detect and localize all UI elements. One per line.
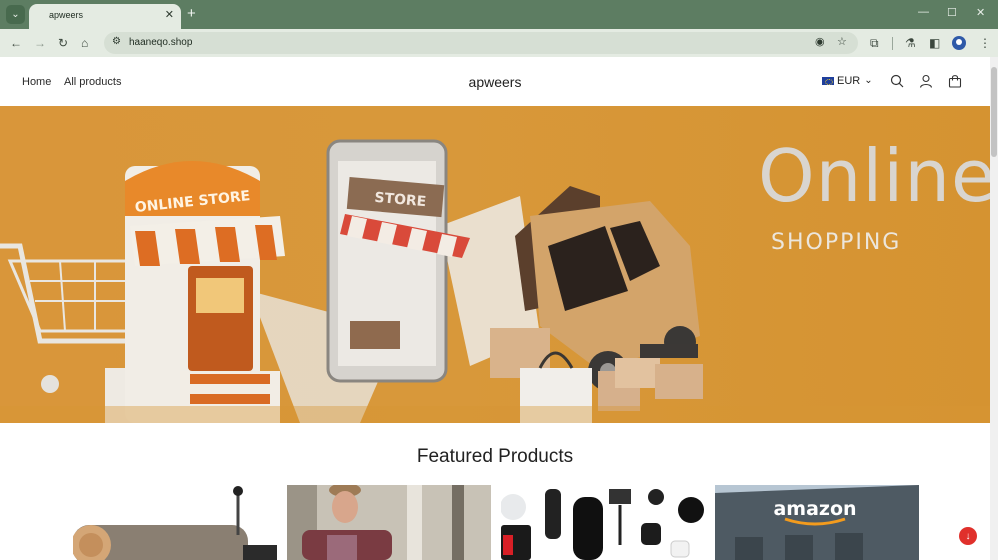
eye-off-icon[interactable]: ◉	[815, 35, 825, 48]
address-bar[interactable]: ⚙ haaneqo.shop ◉ ☆	[104, 32, 858, 54]
home-icon[interactable]: ⌂	[81, 35, 88, 51]
online-store-illustration: ONLINE STORE	[125, 161, 285, 423]
product-card-2[interactable]	[287, 485, 491, 560]
currency-label: EUR	[837, 75, 861, 87]
labs-icon[interactable]: ⚗	[905, 35, 916, 51]
search-icon[interactable]	[890, 74, 904, 88]
new-tab-button[interactable]: +	[187, 5, 196, 23]
product-image-log-splitter[interactable]	[73, 485, 277, 560]
browser-toolbar: ← → ↻ ⌂ ⚙ haaneqo.shop ◉ ☆ ⧉ ⚗ ◧ ⋮	[0, 29, 998, 57]
cart-icon[interactable]	[948, 74, 962, 88]
back-icon[interactable]: ←	[10, 35, 22, 51]
product-image-man-in-woods[interactable]	[287, 485, 491, 560]
url-text[interactable]: haaneqo.shop	[129, 37, 192, 48]
eu-flag-icon	[822, 77, 834, 85]
tab-close-icon[interactable]: ✕	[165, 8, 174, 21]
chat-widget-button[interactable]: ↓	[959, 527, 977, 545]
profile-avatar[interactable]	[952, 36, 966, 50]
browser-menu-icon[interactable]: ⋮	[979, 35, 991, 51]
amazon-sign-text: amazon	[773, 498, 856, 520]
product-image-warehouse[interactable]: amazon	[715, 485, 919, 560]
window-close-icon[interactable]: ✕	[976, 6, 985, 19]
product-image-electronics[interactable]	[501, 485, 705, 560]
product-card-4[interactable]: amazon	[715, 485, 919, 560]
product-card-1[interactable]	[73, 485, 277, 560]
browser-tab-bar: ⌄ apweers ✕ + — ☐ ✕	[0, 0, 998, 29]
chevron-down-icon: ⌄	[864, 75, 873, 86]
forward-icon[interactable]: →	[34, 35, 46, 51]
tab-search-icon[interactable]: ⌄	[6, 5, 25, 24]
tab-title: apweers	[49, 10, 84, 20]
scrollbar-thumb[interactable]	[991, 67, 997, 157]
web-page: Home All products apweers EUR ⌄ ONLINE S…	[0, 57, 998, 560]
minimize-icon[interactable]: —	[918, 6, 929, 18]
product-card-3[interactable]	[501, 485, 705, 560]
hero-subtitle: SHOPPING	[771, 230, 902, 255]
hero-banner[interactable]: ONLINE STORE STORE Online SHOPPING	[0, 106, 990, 423]
reload-icon[interactable]: ↻	[58, 35, 68, 51]
chat-icon: ↓	[965, 530, 971, 542]
featured-products-heading: Featured Products	[416, 446, 574, 467]
maximize-icon[interactable]: ☐	[947, 6, 957, 19]
currency-selector[interactable]: EUR ⌄	[822, 75, 873, 87]
toolbar-divider	[892, 37, 893, 50]
extensions-icon[interactable]: ⧉	[870, 35, 879, 51]
site-header: Home All products apweers EUR ⌄	[0, 57, 990, 106]
site-settings-icon[interactable]: ⚙	[112, 36, 121, 47]
browser-tab[interactable]: apweers ✕	[29, 4, 181, 29]
hero-title: Online.	[758, 134, 990, 218]
bookmark-star-icon[interactable]: ☆	[837, 35, 847, 48]
page-scrollbar[interactable]	[990, 57, 998, 560]
account-icon[interactable]	[919, 74, 933, 88]
side-panel-icon[interactable]: ◧	[929, 35, 940, 51]
